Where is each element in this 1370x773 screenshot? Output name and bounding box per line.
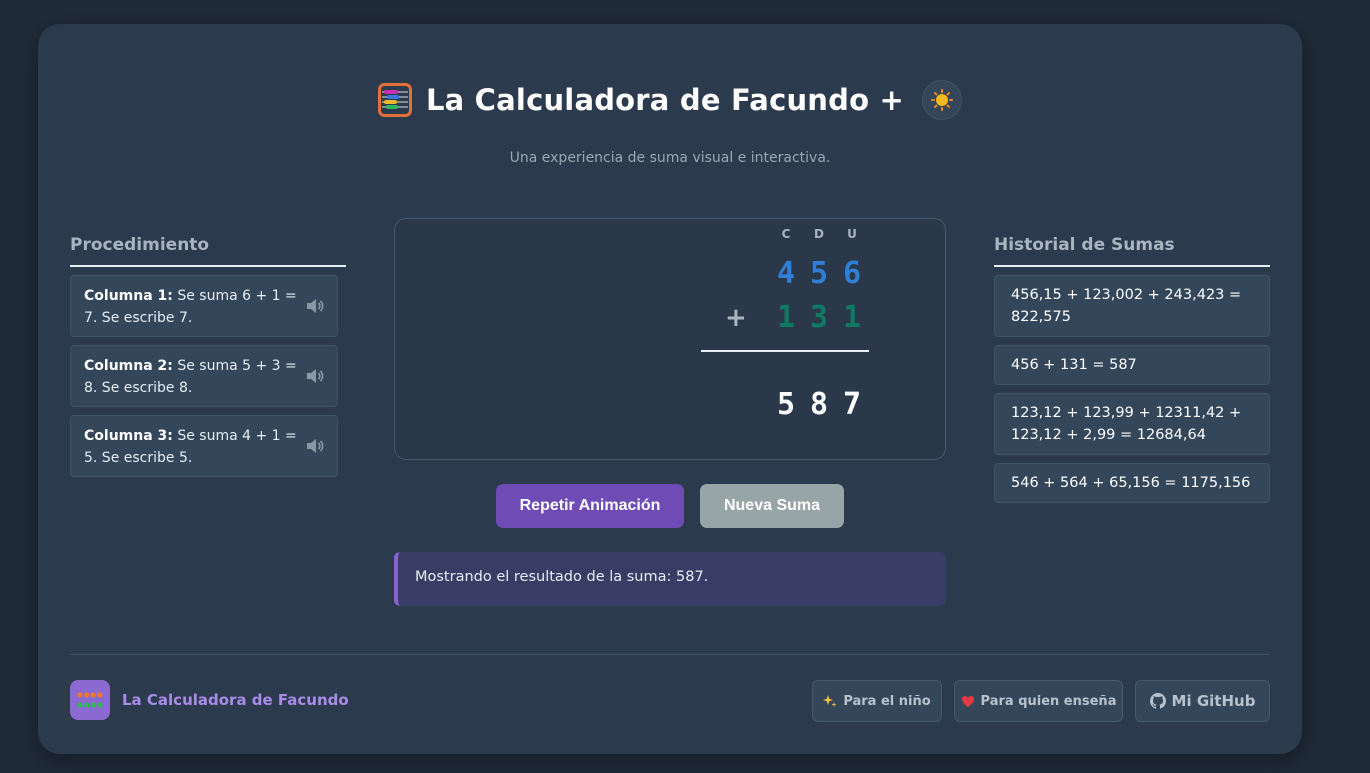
sum-line [701, 350, 869, 352]
procedure-step: Columna 3: Se suma 4 + 1 = 5. Se escribe… [70, 415, 338, 477]
history-panel: Historial de Sumas 456,15 + 123,002 + 24… [994, 235, 1270, 503]
main-card: La Calculadora de Facundo + Una experien… [38, 24, 1302, 754]
history-item[interactable]: 546 + 564 + 65,156 = 1175,156 [994, 463, 1270, 503]
place-label-tens: D [814, 227, 824, 241]
speaker-icon[interactable] [305, 437, 325, 455]
github-button[interactable]: Mi GitHub [1135, 680, 1270, 722]
sun-icon [931, 89, 954, 111]
history-title: Historial de Sumas [994, 235, 1270, 267]
procedure-title: Procedimiento [70, 235, 346, 267]
procedure-step: Columna 2: Se suma 5 + 3 = 8. Se escribe… [70, 345, 338, 407]
procedure-step: Columna 1: Se suma 6 + 1 = 7. Se escribe… [70, 275, 338, 337]
place-label-units: U [847, 227, 857, 241]
step-label: Columna 1: [84, 288, 173, 304]
operand2-digit: 1 [842, 300, 862, 335]
result-digit: 7 [842, 387, 862, 422]
place-label-hundreds: C [781, 227, 791, 241]
for-kid-button[interactable]: Para el niño [812, 680, 942, 722]
page-title: La Calculadora de Facundo + [425, 83, 905, 117]
theme-toggle-button[interactable] [922, 80, 963, 120]
github-icon [1149, 693, 1166, 709]
header: La Calculadora de Facundo + [38, 80, 1302, 121]
footer-brand: La Calculadora de Facundo [70, 680, 349, 720]
history-item[interactable]: 123,12 + 123,99 + 12311,42 + 123,12 + 2,… [994, 393, 1270, 455]
step-label: Columna 3: [84, 428, 173, 444]
heart-icon [961, 695, 974, 707]
result-digit: 8 [809, 387, 829, 422]
history-item[interactable]: 456 + 131 = 587 [994, 345, 1270, 385]
operand1-digit: 6 [842, 256, 862, 291]
result-digit: 5 [776, 387, 796, 422]
footer-brand-name: La Calculadora de Facundo [122, 691, 349, 709]
plus-sign: + [725, 303, 747, 333]
abacus-icon [377, 83, 412, 117]
new-sum-button[interactable]: Nueva Suma [700, 484, 844, 528]
subtitle: Una experiencia de suma visual e interac… [509, 150, 831, 166]
github-label: Mi GitHub [1171, 692, 1256, 710]
speaker-icon[interactable] [305, 367, 325, 385]
addition-board: C D U 4 5 6 + 1 3 1 5 8 7 [394, 218, 946, 460]
operand1-digit: 5 [809, 256, 829, 291]
repeat-animation-button[interactable]: Repetir Animación [496, 484, 684, 528]
operand1-digit: 4 [776, 256, 796, 291]
step-label: Columna 2: [84, 358, 173, 374]
status-message: Mostrando el resultado de la suma: 587. [394, 552, 946, 606]
speaker-icon[interactable] [305, 297, 325, 315]
for-teacher-button[interactable]: Para quien enseña [954, 680, 1123, 722]
history-item[interactable]: 456,15 + 123,002 + 243,423 = 822,575 [994, 275, 1270, 337]
for-kid-label: Para el niño [843, 693, 931, 709]
procedure-panel: Procedimiento Columna 1: Se suma 6 + 1 =… [70, 235, 346, 477]
for-teacher-label: Para quien enseña [980, 693, 1117, 709]
operand2-digit: 3 [809, 300, 829, 335]
footer-divider [70, 654, 1270, 655]
sparkles-icon [823, 695, 837, 707]
abacus-logo-icon [70, 680, 110, 720]
operand2-digit: 1 [776, 300, 796, 335]
